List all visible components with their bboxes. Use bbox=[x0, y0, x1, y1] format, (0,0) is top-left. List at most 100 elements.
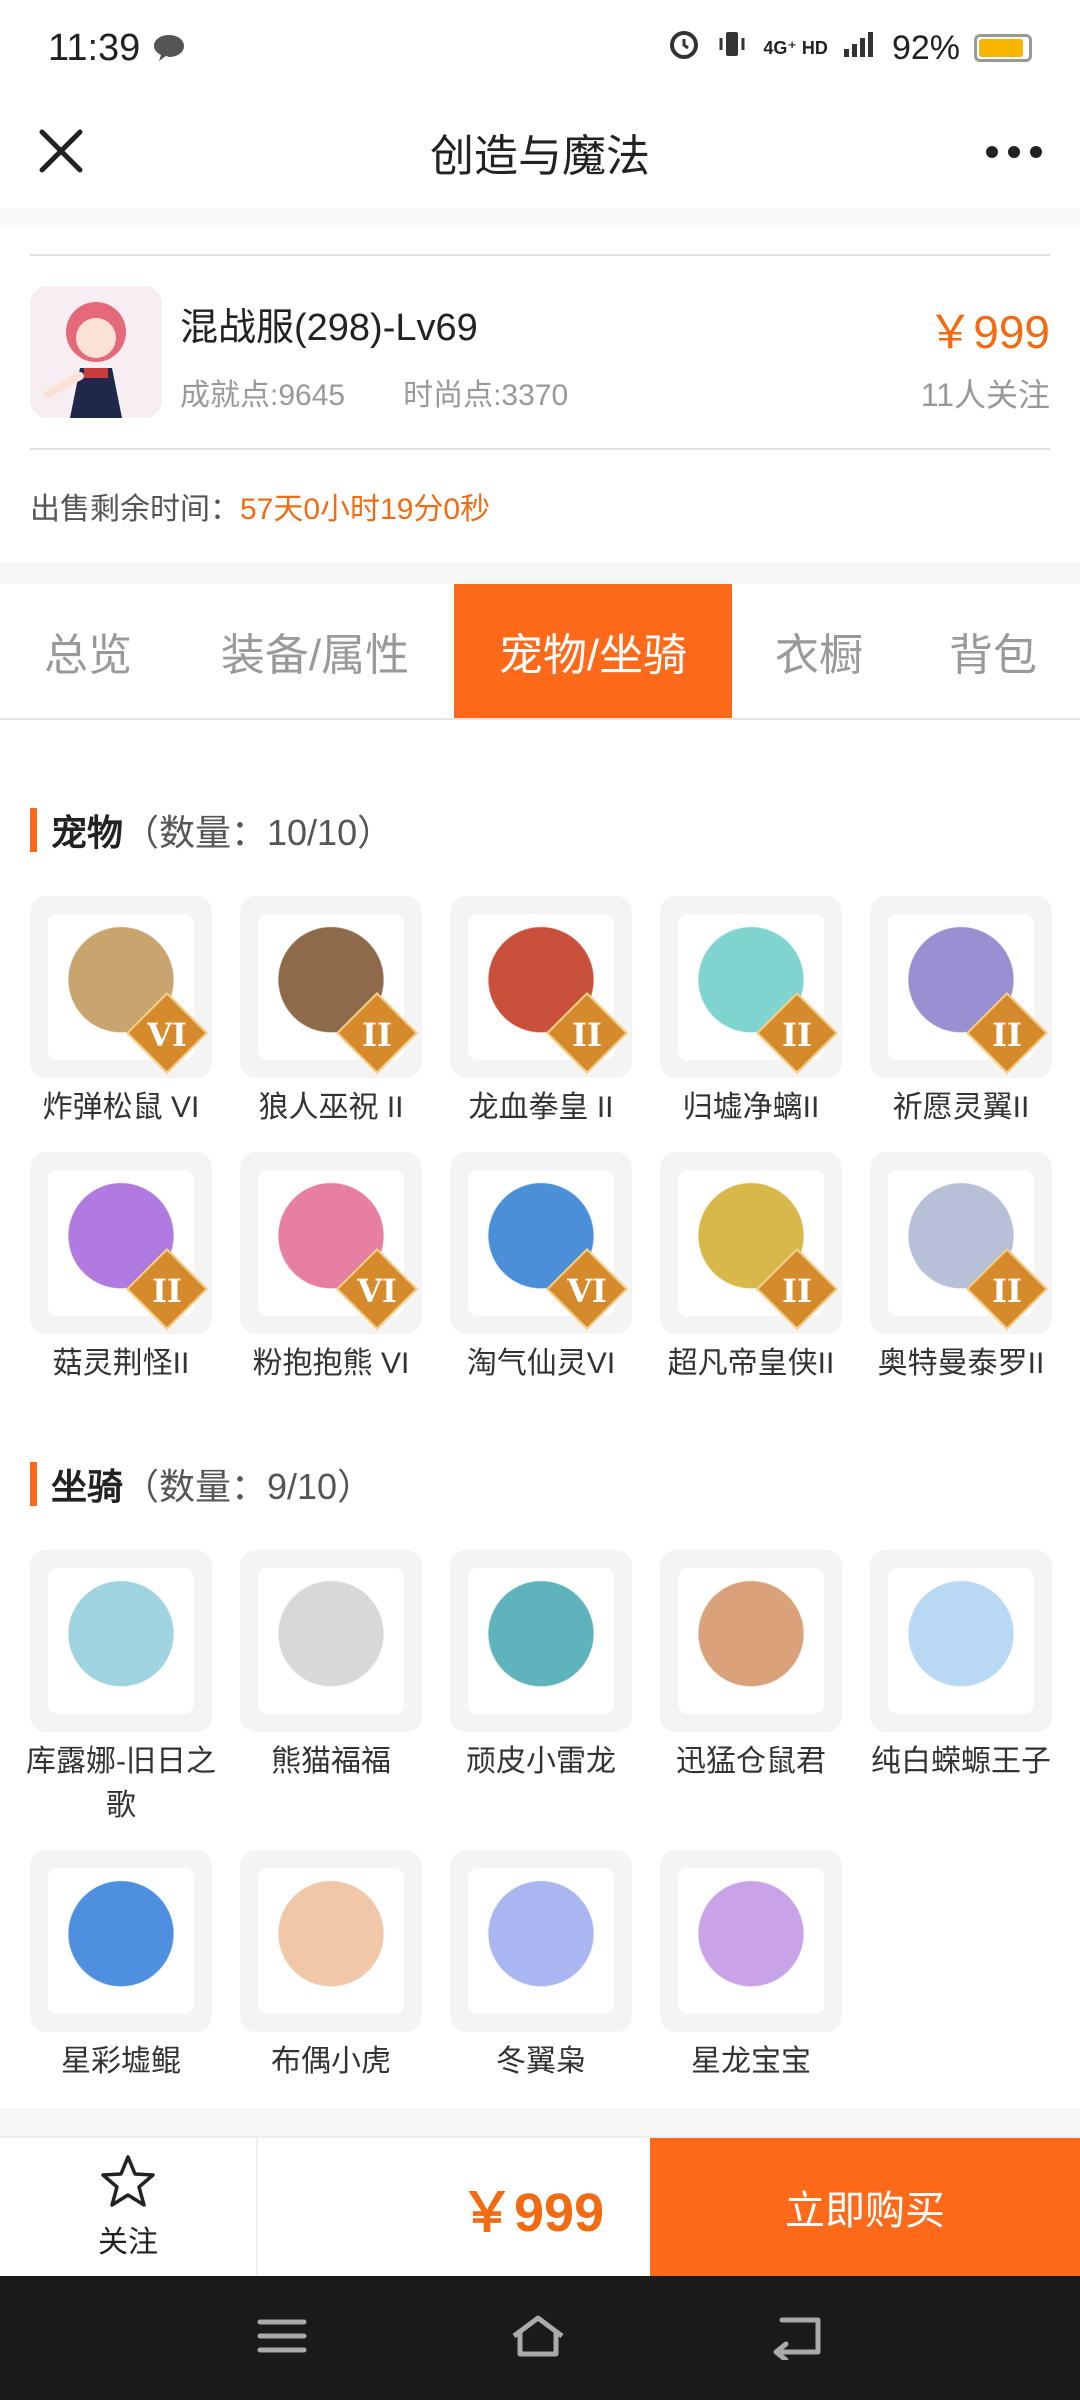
mount-name: 冬翼枭 bbox=[496, 2045, 586, 2078]
bottom-price: ￥999 bbox=[460, 2182, 605, 2243]
mount-thumbnail bbox=[660, 1550, 842, 1732]
mount-item[interactable]: 顽皮小雷龙 bbox=[450, 1550, 632, 1784]
tab-backpack[interactable]: 背包 bbox=[906, 584, 1080, 718]
mount-item[interactable]: 布偶小虎 bbox=[240, 1850, 422, 2084]
remaining-time-value: 57天0小时19分0秒 bbox=[240, 493, 491, 526]
pet-name: 超凡帝皇侠II bbox=[667, 1347, 835, 1380]
pet-name: 奥特曼泰罗II bbox=[877, 1347, 1045, 1380]
mount-image bbox=[678, 1568, 824, 1714]
header-shadow bbox=[0, 208, 1080, 228]
tab-overview[interactable]: 总览 bbox=[0, 584, 176, 718]
pet-thumbnail: II bbox=[870, 896, 1052, 1078]
pet-thumbnail: II bbox=[870, 1152, 1052, 1334]
mount-name: 迅猛仓鼠君 bbox=[676, 1745, 826, 1778]
rank-label: II bbox=[992, 1272, 1022, 1310]
remaining-time: 出售剩余时间：57天0小时19分0秒 bbox=[30, 484, 490, 528]
achievement-points: 成就点:9645 bbox=[180, 379, 346, 412]
pets-section-title: 宠物 （数量：10/10） bbox=[30, 804, 393, 856]
character-name: 混战服(298)-Lv69 bbox=[180, 307, 478, 349]
pet-thumbnail: II bbox=[450, 896, 632, 1078]
signal-icon bbox=[842, 29, 878, 68]
close-button[interactable] bbox=[30, 120, 94, 184]
mount-item[interactable]: 库露娜-旧日之歌 bbox=[26, 1550, 216, 1828]
system-nav-bar bbox=[0, 2276, 1080, 2400]
mount-item[interactable]: 纯白蝾螈王子 bbox=[870, 1550, 1052, 1784]
mount-item[interactable]: 熊猫福福 bbox=[240, 1550, 422, 1784]
pet-item[interactable]: VI 淘气仙灵VI bbox=[450, 1152, 632, 1386]
pet-thumbnail: VI bbox=[450, 1152, 632, 1334]
pet-item[interactable]: VI 粉抱抱熊 VI bbox=[240, 1152, 422, 1386]
pet-thumbnail: VI bbox=[240, 1152, 422, 1334]
pet-item[interactable]: VI 炸弹松鼠 VI bbox=[30, 896, 212, 1130]
mount-thumbnail bbox=[30, 1850, 212, 2032]
mount-thumbnail bbox=[450, 1850, 632, 2032]
pet-item[interactable]: II 奥特曼泰罗II bbox=[870, 1152, 1052, 1386]
mount-name: 顽皮小雷龙 bbox=[466, 1745, 616, 1778]
mount-thumbnail bbox=[870, 1550, 1052, 1732]
back-icon[interactable] bbox=[768, 2312, 824, 2365]
status-indicators: 4G⁺ HD 92% bbox=[667, 27, 1032, 70]
listing-price: ￥999 bbox=[927, 306, 1050, 358]
mount-name: 星龙宝宝 bbox=[691, 2045, 811, 2078]
follow-label: 关注 bbox=[98, 2226, 158, 2259]
battery-percent: 92% bbox=[891, 28, 960, 67]
mount-image bbox=[258, 1868, 404, 2014]
pet-name: 淘气仙灵VI bbox=[466, 1347, 616, 1380]
tab-equipment[interactable]: 装备/属性 bbox=[176, 584, 454, 718]
mount-image bbox=[48, 1568, 194, 1714]
mount-image bbox=[888, 1568, 1034, 1714]
network-type: 4G⁺ HD bbox=[763, 38, 828, 58]
mount-image bbox=[678, 1868, 824, 2014]
section-gap bbox=[0, 562, 1080, 584]
mount-image bbox=[468, 1568, 614, 1714]
pet-thumbnail: II bbox=[30, 1152, 212, 1334]
mount-name: 熊猫福福 bbox=[271, 1745, 391, 1778]
more-button[interactable] bbox=[978, 120, 1050, 184]
mount-item[interactable]: 迅猛仓鼠君 bbox=[660, 1550, 842, 1784]
tab-pets-mounts[interactable]: 宠物/坐骑 bbox=[454, 584, 732, 718]
pet-item[interactable]: II 祈愿灵翼II bbox=[870, 896, 1052, 1130]
rank-label: II bbox=[152, 1272, 182, 1310]
status-time: 11:39 bbox=[48, 26, 141, 69]
character-avatar bbox=[30, 286, 162, 418]
pet-item[interactable]: II 菇灵荆怪II bbox=[30, 1152, 212, 1386]
tab-wardrobe[interactable]: 衣橱 bbox=[732, 584, 906, 718]
vibrate-icon bbox=[715, 27, 749, 70]
pet-item[interactable]: II 龙血拳皇 II bbox=[450, 896, 632, 1130]
mount-name: 星彩墟鲲 bbox=[61, 2045, 181, 2078]
pet-name: 粉抱抱熊 VI bbox=[252, 1347, 410, 1380]
mount-image bbox=[48, 1868, 194, 2014]
more-dots-icon bbox=[986, 146, 1042, 158]
rank-label: VI bbox=[567, 1272, 607, 1310]
rank-label: VI bbox=[147, 1016, 187, 1054]
pet-item[interactable]: II 超凡帝皇侠II bbox=[660, 1152, 842, 1386]
follower-count: 11人关注 bbox=[920, 377, 1050, 413]
follow-button[interactable]: 关注 bbox=[0, 2138, 258, 2276]
bottom-action-bar: 关注 ￥999 立即购买 bbox=[0, 2136, 1080, 2276]
star-icon bbox=[101, 2155, 155, 2207]
chat-bubble-icon bbox=[152, 33, 186, 63]
pet-item[interactable]: II 狼人巫祝 II bbox=[240, 896, 422, 1130]
menu-icon[interactable] bbox=[256, 2314, 308, 2363]
mount-item[interactable]: 星龙宝宝 bbox=[660, 1850, 842, 2084]
mount-name: 布偶小虎 bbox=[271, 2045, 391, 2078]
mount-thumbnail bbox=[240, 1550, 422, 1732]
pet-name: 归墟净螭II bbox=[682, 1091, 820, 1124]
mount-image bbox=[468, 1868, 614, 2014]
mount-thumbnail bbox=[660, 1850, 842, 2032]
mounts-title: 坐骑 bbox=[51, 1466, 124, 1507]
mount-item[interactable]: 冬翼枭 bbox=[450, 1850, 632, 2084]
home-icon[interactable] bbox=[508, 2312, 568, 2365]
pet-item[interactable]: II 归墟净螭II bbox=[660, 896, 842, 1130]
section-accent bbox=[30, 1462, 37, 1506]
mount-name: 纯白蝾螈王子 bbox=[871, 1745, 1051, 1778]
buy-now-button[interactable]: 立即购买 bbox=[650, 2138, 1080, 2276]
fashion-points: 时尚点:3370 bbox=[403, 379, 569, 412]
rank-label: VI bbox=[357, 1272, 397, 1310]
divider bbox=[30, 448, 1050, 450]
pet-name: 炸弹松鼠 VI bbox=[42, 1091, 200, 1124]
rank-label: II bbox=[992, 1016, 1022, 1054]
pet-thumbnail: VI bbox=[30, 896, 212, 1078]
mount-item[interactable]: 星彩墟鲲 bbox=[30, 1850, 212, 2084]
rank-label: II bbox=[362, 1016, 392, 1054]
